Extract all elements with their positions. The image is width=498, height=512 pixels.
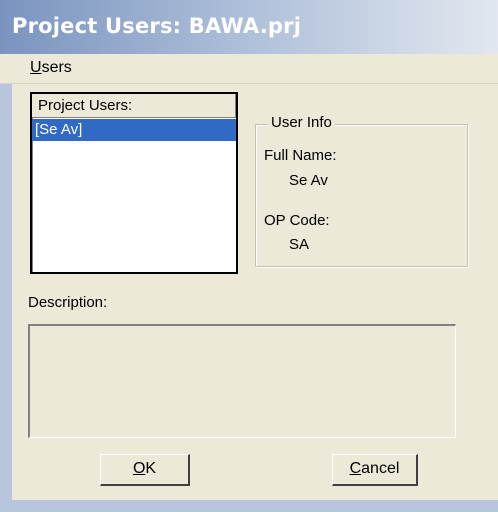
ok-accel: O <box>132 460 146 477</box>
user-info-legend: User Info <box>268 114 335 131</box>
cancel-accel: C <box>349 460 362 477</box>
menu-bar: Users <box>0 54 498 84</box>
op-code-value: SA <box>289 236 310 253</box>
title-bar[interactable]: Project Users: BAWA.prj <box>0 0 498 54</box>
ok-button[interactable]: OK <box>100 454 190 486</box>
menu-users[interactable]: Users <box>30 59 72 77</box>
description-field[interactable] <box>28 324 456 438</box>
list-item[interactable]: [Se Av] <box>32 119 236 141</box>
description-label: Description: <box>28 294 108 311</box>
cancel-rest: ancel <box>361 460 400 477</box>
ok-rest: K <box>145 460 157 477</box>
user-info-groupbox: User Info Full Name: Se Av OP Code: SA <box>255 114 468 267</box>
listbox-header: Project Users: <box>32 94 236 118</box>
dialog-content: Project Users: [Se Av] User Info Full Na… <box>12 84 498 500</box>
project-users-window: Project Users: BAWA.prj Users Project Us… <box>0 0 498 512</box>
full-name-value: Se Av <box>289 172 328 189</box>
menu-users-rest: sers <box>41 59 72 76</box>
op-code-label: OP Code: <box>264 212 330 229</box>
full-name-label: Full Name: <box>264 147 337 164</box>
cancel-button[interactable]: Cancel <box>332 454 418 486</box>
dialog-client-area: Project Users: [Se Av] User Info Full Na… <box>0 84 498 512</box>
window-title: Project Users: BAWA.prj <box>12 14 302 38</box>
project-users-listbox[interactable]: Project Users: [Se Av] <box>30 92 238 274</box>
menu-users-accel: U <box>30 59 42 76</box>
